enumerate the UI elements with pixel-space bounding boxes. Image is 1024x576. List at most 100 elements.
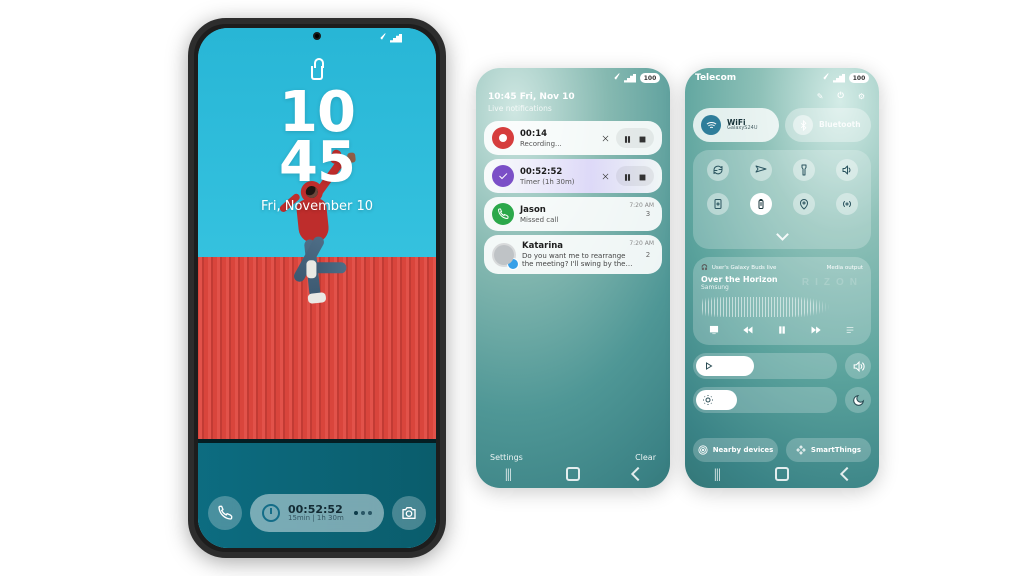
smartthings-button[interactable]: SmartThings [786, 438, 871, 462]
bluetooth-toggle[interactable]: Bluetooth [785, 108, 871, 142]
recorder-time: 00:14 [520, 129, 590, 139]
timer-subtitle: 15min | 1h 30m [288, 515, 344, 522]
settings-button[interactable]: Settings [490, 453, 523, 462]
timer-widget[interactable]: 00:52:52 15min | 1h 30m [250, 494, 384, 532]
qs-expand-handle[interactable] [699, 224, 865, 243]
home-button[interactable] [564, 468, 582, 480]
wifi-ssid: GalaxyS24U [727, 126, 758, 131]
wifi-icon [701, 115, 721, 135]
volume-expand-button[interactable] [845, 353, 871, 379]
message-count-badge: 2 [642, 249, 654, 261]
qs-airplane-toggle[interactable] [742, 156, 779, 184]
edit-icon[interactable]: ✎ [817, 92, 824, 101]
media-device: User's Galaxy Buds live [712, 265, 823, 271]
timer-icon [492, 165, 514, 187]
clock-date: Fri, November 10 [261, 199, 373, 214]
back-button[interactable] [629, 468, 647, 480]
stop-button[interactable] [638, 167, 647, 186]
timer-time: 00:52:52 [520, 167, 590, 177]
pause-button[interactable] [623, 129, 632, 148]
media-player[interactable]: RIZON 🎧 User's Galaxy Buds live Media ou… [693, 257, 871, 345]
wifi-icon [817, 73, 829, 83]
qs-powersave-toggle[interactable] [742, 190, 779, 218]
close-button[interactable] [596, 129, 614, 147]
media-output-button[interactable]: Media output [827, 265, 863, 271]
camera-shortcut-button[interactable] [392, 496, 426, 530]
playlist-icon[interactable] [843, 323, 857, 337]
qs-flashlight-toggle[interactable] [785, 156, 822, 184]
phone-icon [492, 203, 514, 225]
media-progress[interactable] [701, 297, 863, 317]
qs-sync-toggle[interactable] [699, 156, 736, 184]
media-artist: Samsung [701, 284, 863, 291]
pause-button[interactable] [623, 167, 632, 186]
clear-button[interactable]: Clear [635, 453, 656, 462]
notification-missed-call[interactable]: Jason Missed call 7:20 AM 3 [484, 197, 662, 231]
signal-icon [833, 74, 845, 83]
qs-toolbar: ✎ ⏻ ⚙ [685, 88, 879, 104]
qs-rotation-toggle[interactable] [699, 190, 736, 218]
shade-time-date: 10:45 Fri, Nov 10 [476, 88, 670, 104]
notification-message[interactable]: Katarina Do you want me to rearrange the… [484, 235, 662, 274]
cast-icon[interactable] [707, 323, 721, 337]
battery-icon: 100 [640, 73, 660, 83]
status-bar: Telecom 100 [685, 68, 879, 88]
lockscreen-screen: 100 10 45 Fri, November 10 00:52:52 15mi… [198, 28, 436, 548]
status-bar: 100 [476, 68, 670, 88]
message-time: 7:20 AM [629, 240, 654, 247]
timer-label: Timer (1h 30m) [520, 178, 590, 186]
contact-avatar [492, 243, 516, 267]
dark-mode-toggle[interactable] [845, 387, 871, 413]
qs-location-toggle[interactable] [785, 190, 822, 218]
back-button[interactable] [838, 468, 856, 480]
settings-gear-icon[interactable]: ⚙ [858, 92, 865, 101]
battery-icon: 100 [849, 73, 869, 83]
message-body: Do you want me to rearrange the meeting?… [522, 252, 636, 268]
home-button[interactable] [773, 468, 791, 480]
lockscreen-phone: 100 10 45 Fri, November 10 00:52:52 15mi… [188, 18, 446, 558]
shade-section-title: Live notifications [476, 104, 670, 117]
notification-recorder[interactable]: 00:14 Recording... [484, 121, 662, 155]
lock-icon [311, 66, 323, 80]
call-label: Missed call [520, 216, 636, 224]
lockscreen-bottom-row: 00:52:52 15min | 1h 30m [208, 494, 426, 532]
skip-fwd-button[interactable] [809, 323, 823, 337]
carrier-label: Telecom [695, 73, 813, 83]
stop-button[interactable] [638, 129, 647, 148]
call-name: Jason [520, 205, 636, 215]
pager-dots [354, 511, 372, 515]
nav-bar [685, 464, 879, 484]
bluetooth-icon [793, 115, 813, 135]
nearby-devices-button[interactable]: Nearby devices [693, 438, 778, 462]
recents-button[interactable] [708, 468, 726, 480]
notification-panel: 100 10:45 Fri, Nov 10 Live notifications… [476, 68, 670, 488]
recorder-label: Recording... [520, 140, 590, 148]
power-icon[interactable]: ⏻ [838, 91, 844, 101]
notification-timer[interactable]: 00:52:52 Timer (1h 30m) [484, 159, 662, 193]
call-time: 7:20 AM [629, 202, 654, 209]
recents-button[interactable] [499, 468, 517, 480]
bluetooth-label: Bluetooth [819, 121, 861, 129]
close-button[interactable] [596, 167, 614, 185]
qs-grid [693, 150, 871, 249]
play-pause-button[interactable] [775, 323, 789, 337]
quick-settings-panel: Telecom 100 ✎ ⏻ ⚙ WiFiGalaxyS24U Bluetoo… [685, 68, 879, 488]
brightness-slider[interactable] [693, 387, 837, 413]
clock-icon [262, 504, 280, 522]
phone-shortcut-button[interactable] [208, 496, 242, 530]
qs-hotspot-toggle[interactable] [828, 190, 865, 218]
earbuds-icon: 🎧 [701, 265, 708, 271]
qs-sound-toggle[interactable] [828, 156, 865, 184]
nav-bar [476, 464, 670, 484]
volume-slider[interactable] [693, 353, 837, 379]
recorder-icon [492, 127, 514, 149]
call-count-badge: 3 [642, 208, 654, 220]
lockscreen-overlay: 10 45 Fri, November 10 [198, 28, 436, 548]
messages-app-badge [507, 258, 519, 270]
wifi-toggle[interactable]: WiFiGalaxyS24U [693, 108, 779, 142]
clock-minutes: 45 [279, 130, 355, 195]
skip-back-button[interactable] [741, 323, 755, 337]
wifi-icon [608, 73, 620, 83]
message-sender: Katarina [522, 241, 636, 251]
signal-icon [624, 74, 636, 83]
